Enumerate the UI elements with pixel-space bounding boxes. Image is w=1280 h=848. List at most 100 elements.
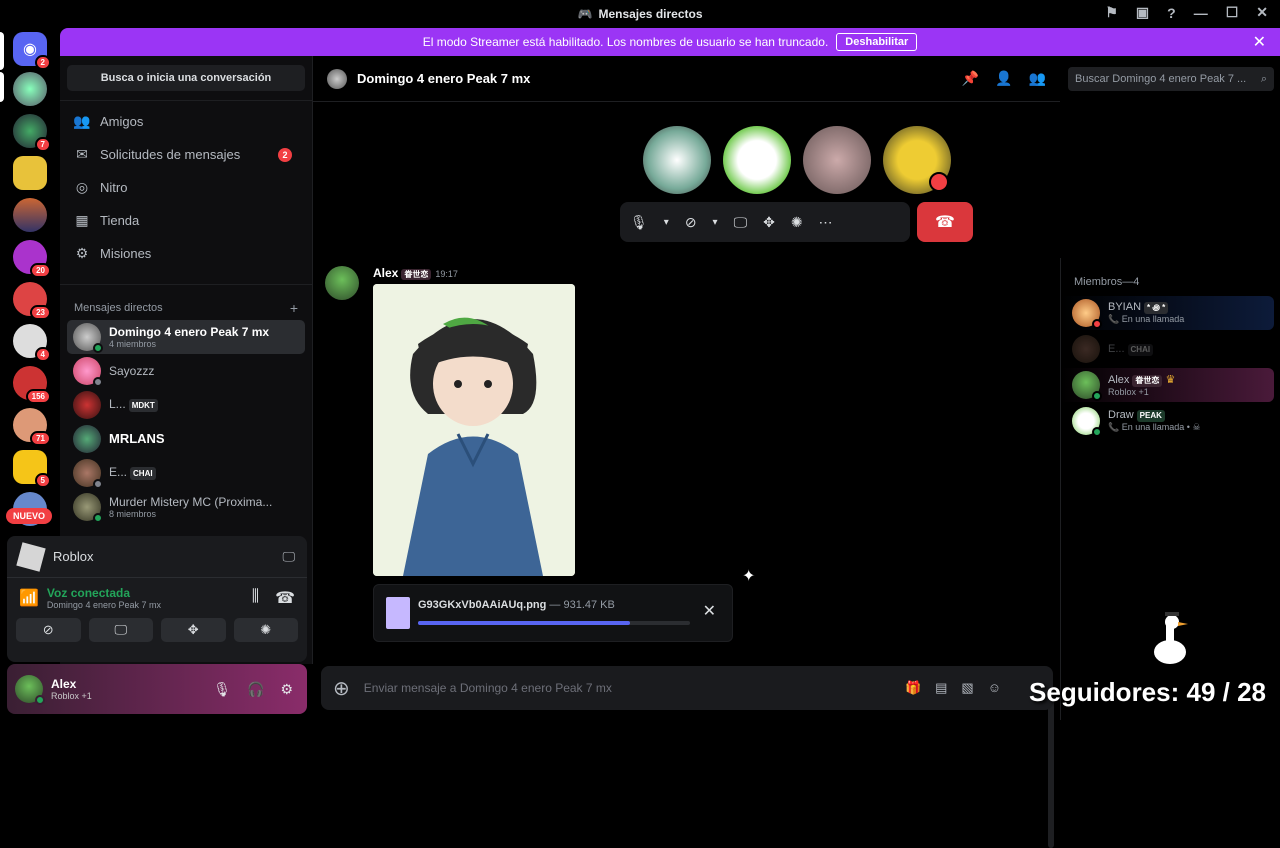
dm-item-group[interactable]: Domingo 4 enero Peak 7 mx4 miembros bbox=[67, 320, 305, 354]
nav-label: Solicitudes de mensajes bbox=[100, 147, 240, 162]
dm-name: Domingo 4 enero Peak 7 mx bbox=[109, 325, 269, 339]
server-item[interactable]: 7 bbox=[13, 114, 47, 148]
nav-missions[interactable]: ⚙Misiones bbox=[60, 237, 312, 270]
inbox-icon[interactable]: ▣ bbox=[1136, 4, 1149, 21]
avatar bbox=[73, 391, 101, 419]
emoji-icon[interactable]: ☺ bbox=[988, 680, 1001, 696]
find-conversation-button[interactable]: Busca o inicia una conversación bbox=[67, 65, 305, 91]
message-avatar[interactable] bbox=[325, 266, 359, 300]
pin-icon[interactable]: 📌 bbox=[962, 70, 979, 87]
screen-share-icon[interactable]: 🖵 bbox=[734, 214, 748, 231]
gift-icon[interactable]: 🎁 bbox=[905, 680, 921, 696]
hang-up-button[interactable]: ☎ bbox=[917, 202, 973, 242]
guild-tag: CHAI bbox=[130, 467, 156, 480]
server-dm-group[interactable] bbox=[13, 72, 47, 106]
server-item[interactable]: 20 bbox=[13, 240, 47, 274]
activities-button[interactable]: ✥ bbox=[161, 618, 226, 642]
microphone-icon[interactable]: 🎙 bbox=[630, 214, 648, 231]
dm-item[interactable]: Sayozzz bbox=[67, 354, 305, 388]
avatar bbox=[1072, 335, 1100, 363]
minimize-icon[interactable]: — bbox=[1194, 5, 1208, 21]
chevron-down-icon[interactable]: ▾ bbox=[664, 217, 669, 228]
server-item[interactable]: 5 bbox=[13, 450, 47, 484]
disable-streamer-button[interactable]: Deshabilitar bbox=[836, 33, 917, 51]
add-dm-icon[interactable]: + bbox=[290, 300, 298, 316]
close-window-icon[interactable]: ✕ bbox=[1256, 4, 1268, 21]
message-author[interactable]: Alex bbox=[373, 266, 398, 280]
call-participant-avatar[interactable] bbox=[883, 126, 951, 194]
message-composer[interactable]: ⊕ Enviar mensaje a Domingo 4 enero Peak … bbox=[321, 666, 1053, 710]
upload-progress-bar bbox=[418, 621, 690, 625]
headphones-icon[interactable]: 🎧 bbox=[247, 681, 264, 698]
composer-placeholder[interactable]: Enviar mensaje a Domingo 4 enero Peak 7 … bbox=[364, 681, 612, 695]
more-options-icon[interactable]: ⋯ bbox=[819, 214, 833, 231]
nav-friends[interactable]: 👥Amigos bbox=[60, 105, 312, 138]
microphone-icon[interactable]: 🎙 bbox=[213, 681, 231, 698]
call-participant-avatar[interactable] bbox=[723, 126, 791, 194]
server-item[interactable]: 71 bbox=[13, 408, 47, 442]
noise-suppression-icon[interactable]: ⫼ bbox=[252, 588, 259, 608]
activities-icon[interactable]: ✥ bbox=[763, 214, 775, 231]
message-image[interactable] bbox=[373, 284, 575, 576]
chevron-down-icon[interactable]: ▾ bbox=[713, 217, 718, 228]
server-item[interactable]: 156 bbox=[13, 366, 47, 400]
message-list: Alex眷世恋19:17 G93GKxVb0AAiAUq.png — 931.4… bbox=[313, 258, 1060, 664]
cancel-upload-icon[interactable]: ✕ bbox=[703, 601, 716, 621]
settings-gear-icon[interactable]: ⚙ bbox=[280, 681, 293, 698]
dm-item[interactable]: MRLANS bbox=[67, 422, 305, 456]
gif-icon[interactable]: ▤ bbox=[935, 680, 947, 696]
avatar bbox=[1072, 407, 1100, 435]
server-item[interactable]: 23 bbox=[13, 282, 47, 316]
member-item[interactable]: E...CHAI bbox=[1061, 332, 1274, 366]
nav-nitro[interactable]: ◎Nitro bbox=[60, 171, 312, 204]
scrollbar[interactable] bbox=[1048, 698, 1054, 848]
channel-search-input[interactable]: Buscar Domingo 4 enero Peak 7 ...⌕ bbox=[1068, 67, 1274, 91]
member-list-icon[interactable]: 👥 bbox=[1029, 70, 1046, 87]
screen-share-button[interactable]: 🖵 bbox=[89, 618, 154, 642]
help-icon[interactable]: ? bbox=[1167, 5, 1176, 21]
disconnect-icon[interactable]: ☎ bbox=[275, 588, 295, 608]
guild-tag: PEAK bbox=[1137, 410, 1165, 422]
server-item[interactable] bbox=[13, 198, 47, 232]
member-item[interactable]: BYIAN* ꩜ *📞 En una llamada bbox=[1061, 296, 1274, 330]
roblox-icon bbox=[16, 542, 45, 571]
server-badge: 71 bbox=[30, 431, 51, 446]
user-panel: AlexRoblox +1 🎙🎧⚙ bbox=[7, 664, 307, 714]
nav-label: Tienda bbox=[100, 213, 139, 228]
server-item[interactable]: 4 bbox=[13, 324, 47, 358]
nav-shop[interactable]: ▦Tienda bbox=[60, 204, 312, 237]
add-attachment-icon[interactable]: ⊕ bbox=[333, 676, 350, 701]
maximize-icon[interactable]: ☐ bbox=[1226, 4, 1239, 21]
avatar bbox=[1072, 299, 1100, 327]
call-participant-avatar[interactable] bbox=[643, 126, 711, 194]
server-item[interactable] bbox=[13, 156, 47, 190]
members-header: Miembros—4 bbox=[1061, 258, 1280, 294]
crown-icon: ♛ bbox=[1165, 374, 1175, 386]
add-friends-icon[interactable]: 👤 bbox=[995, 70, 1012, 87]
flag-icon[interactable]: ⚑ bbox=[1105, 4, 1118, 21]
soundboard-button[interactable]: ✺ bbox=[234, 618, 299, 642]
upload-size: — 931.47 KB bbox=[546, 599, 615, 611]
camera-off-button[interactable]: ⊘ bbox=[16, 618, 81, 642]
voice-status[interactable]: Voz conectada bbox=[47, 586, 161, 600]
message: Alex眷世恋19:17 G93GKxVb0AAiAUq.png — 931.4… bbox=[325, 266, 359, 300]
member-item[interactable]: Alex眷世恋 ♛Roblox +1 bbox=[1061, 368, 1274, 402]
sticker-icon[interactable]: ▧ bbox=[961, 680, 973, 696]
dm-item[interactable]: L...MDKT bbox=[67, 388, 305, 422]
camera-off-icon[interactable]: ⊘ bbox=[685, 214, 697, 231]
member-name: Alex bbox=[1108, 374, 1129, 386]
member-item[interactable]: DrawPEAK📞 En una llamada • ☠ bbox=[1061, 404, 1274, 438]
activity-row[interactable]: Roblox 🖵 bbox=[7, 536, 307, 578]
stream-activity-icon[interactable]: 🖵 bbox=[282, 549, 295, 565]
signal-icon: 📶 bbox=[19, 588, 39, 608]
nav-message-requests[interactable]: ✉Solicitudes de mensajes2 bbox=[60, 138, 312, 171]
call-participant-avatar[interactable] bbox=[803, 126, 871, 194]
banner-close-icon[interactable]: ✕ bbox=[1253, 32, 1266, 52]
avatar bbox=[73, 493, 101, 521]
user-avatar[interactable] bbox=[15, 675, 43, 703]
server-home[interactable]: ◉2 bbox=[13, 32, 47, 66]
soundboard-icon[interactable]: ✺ bbox=[791, 214, 803, 231]
voice-channel[interactable]: Domingo 4 enero Peak 7 mx bbox=[47, 600, 161, 610]
dm-item[interactable]: E...CHAI bbox=[67, 456, 305, 490]
dm-item-group[interactable]: Murder Mistery MC (Proxima...8 miembros bbox=[67, 490, 305, 524]
